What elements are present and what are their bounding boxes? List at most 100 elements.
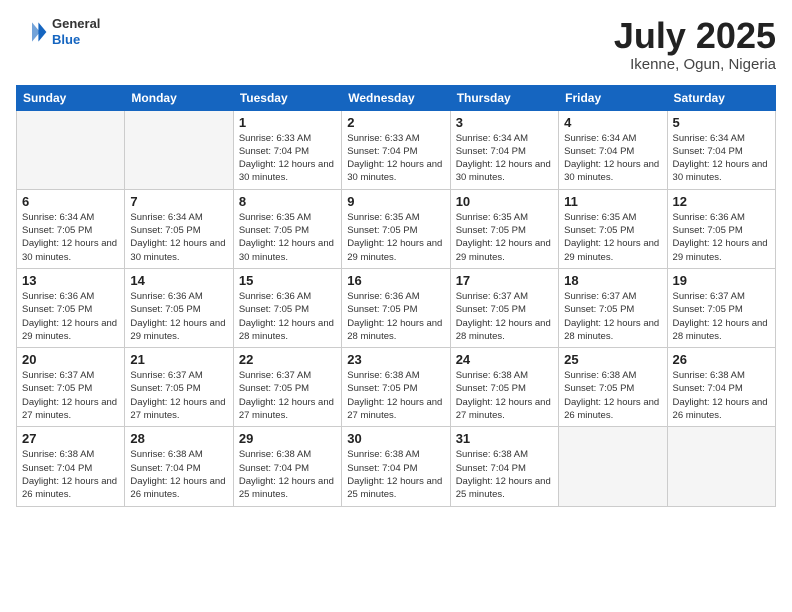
calendar-day-cell: 5 Sunrise: 6:34 AMSunset: 7:04 PMDaylight… [667, 110, 775, 189]
day-info: Sunrise: 6:38 AMSunset: 7:05 PMDaylight:… [564, 369, 661, 422]
day-number: 7 [130, 194, 227, 209]
calendar-day-cell: 16 Sunrise: 6:36 AMSunset: 7:05 PMDayligh… [342, 268, 450, 347]
calendar-week-row: 6 Sunrise: 6:34 AMSunset: 7:05 PMDaylight… [17, 189, 776, 268]
calendar-day-cell: 17 Sunrise: 6:37 AMSunset: 7:05 PMDayligh… [450, 268, 558, 347]
day-info: Sunrise: 6:35 AMSunset: 7:05 PMDaylight:… [239, 211, 336, 264]
day-info: Sunrise: 6:34 AMSunset: 7:05 PMDaylight:… [22, 211, 119, 264]
calendar-day-cell: 15 Sunrise: 6:36 AMSunset: 7:05 PMDayligh… [233, 268, 341, 347]
weekday-header-wednesday: Wednesday [342, 85, 450, 110]
day-number: 28 [130, 431, 227, 446]
day-info: Sunrise: 6:37 AMSunset: 7:05 PMDaylight:… [22, 369, 119, 422]
day-number: 6 [22, 194, 119, 209]
day-info: Sunrise: 6:36 AMSunset: 7:05 PMDaylight:… [239, 290, 336, 343]
day-number: 21 [130, 352, 227, 367]
calendar-week-row: 27 Sunrise: 6:38 AMSunset: 7:04 PMDayligh… [17, 427, 776, 506]
calendar-day-cell: 11 Sunrise: 6:35 AMSunset: 7:05 PMDayligh… [559, 189, 667, 268]
calendar-day-cell: 4 Sunrise: 6:34 AMSunset: 7:04 PMDaylight… [559, 110, 667, 189]
weekday-header-friday: Friday [559, 85, 667, 110]
calendar-day-cell: 9 Sunrise: 6:35 AMSunset: 7:05 PMDaylight… [342, 189, 450, 268]
day-info: Sunrise: 6:35 AMSunset: 7:05 PMDaylight:… [456, 211, 553, 264]
day-number: 29 [239, 431, 336, 446]
day-info: Sunrise: 6:37 AMSunset: 7:05 PMDaylight:… [456, 290, 553, 343]
day-info: Sunrise: 6:34 AMSunset: 7:04 PMDaylight:… [673, 132, 770, 185]
calendar-day-cell: 27 Sunrise: 6:38 AMSunset: 7:04 PMDayligh… [17, 427, 125, 506]
calendar-day-cell: 2 Sunrise: 6:33 AMSunset: 7:04 PMDaylight… [342, 110, 450, 189]
day-info: Sunrise: 6:37 AMSunset: 7:05 PMDaylight:… [239, 369, 336, 422]
day-info: Sunrise: 6:37 AMSunset: 7:05 PMDaylight:… [673, 290, 770, 343]
day-number: 23 [347, 352, 444, 367]
weekday-header-saturday: Saturday [667, 85, 775, 110]
calendar-week-row: 13Sunrise: 6:36 AMSunset: 7:05 PMDayligh… [17, 268, 776, 347]
weekday-header-sunday: Sunday [17, 85, 125, 110]
logo-text: General Blue [52, 16, 100, 47]
calendar-week-row: 1 Sunrise: 6:33 AMSunset: 7:04 PMDaylight… [17, 110, 776, 189]
calendar-table: SundayMondayTuesdayWednesdayThursdayFrid… [16, 85, 776, 507]
day-info: Sunrise: 6:35 AMSunset: 7:05 PMDaylight:… [347, 211, 444, 264]
calendar-day-cell: 24 Sunrise: 6:38 AMSunset: 7:05 PMDayligh… [450, 348, 558, 427]
day-number: 18 [564, 273, 661, 288]
calendar-day-cell [17, 110, 125, 189]
day-info: Sunrise: 6:36 AMSunset: 7:05 PMDaylight:… [673, 211, 770, 264]
calendar-day-cell: 31 Sunrise: 6:38 AMSunset: 7:04 PMDayligh… [450, 427, 558, 506]
logo-blue-text: Blue [52, 32, 100, 48]
day-info: Sunrise: 6:38 AMSunset: 7:04 PMDaylight:… [130, 448, 227, 501]
calendar-day-cell: 6 Sunrise: 6:34 AMSunset: 7:05 PMDaylight… [17, 189, 125, 268]
day-number: 27 [22, 431, 119, 446]
day-info: Sunrise: 6:35 AMSunset: 7:05 PMDaylight:… [564, 211, 661, 264]
calendar-day-cell: 29 Sunrise: 6:38 AMSunset: 7:04 PMDayligh… [233, 427, 341, 506]
weekday-header-monday: Monday [125, 85, 233, 110]
calendar-day-cell: 13Sunrise: 6:36 AMSunset: 7:05 PMDayligh… [17, 268, 125, 347]
day-info: Sunrise: 6:38 AMSunset: 7:04 PMDaylight:… [239, 448, 336, 501]
day-number: 15 [239, 273, 336, 288]
day-info: Sunrise: 6:36 AMSunset: 7:05 PMDaylight:… [347, 290, 444, 343]
day-info: Sunrise: 6:33 AMSunset: 7:04 PMDaylight:… [239, 132, 336, 185]
day-number: 11 [564, 194, 661, 209]
calendar-day-cell: 25 Sunrise: 6:38 AMSunset: 7:05 PMDayligh… [559, 348, 667, 427]
day-number: 26 [673, 352, 770, 367]
day-info: Sunrise: 6:34 AMSunset: 7:05 PMDaylight:… [130, 211, 227, 264]
day-number: 1 [239, 115, 336, 130]
day-number: 31 [456, 431, 553, 446]
day-info: Sunrise: 6:37 AMSunset: 7:05 PMDaylight:… [130, 369, 227, 422]
day-number: 4 [564, 115, 661, 130]
calendar-day-cell: 21 Sunrise: 6:37 AMSunset: 7:05 PMDayligh… [125, 348, 233, 427]
calendar-day-cell: 10 Sunrise: 6:35 AMSunset: 7:05 PMDayligh… [450, 189, 558, 268]
calendar-day-cell: 26Sunrise: 6:38 AMSunset: 7:04 PMDayligh… [667, 348, 775, 427]
calendar-day-cell [667, 427, 775, 506]
day-number: 24 [456, 352, 553, 367]
day-info: Sunrise: 6:34 AMSunset: 7:04 PMDaylight:… [564, 132, 661, 185]
calendar-day-cell: 28 Sunrise: 6:38 AMSunset: 7:04 PMDayligh… [125, 427, 233, 506]
day-number: 17 [456, 273, 553, 288]
day-number: 14 [130, 273, 227, 288]
day-number: 5 [673, 115, 770, 130]
calendar-day-cell [559, 427, 667, 506]
day-info: Sunrise: 6:36 AMSunset: 7:05 PMDaylight:… [22, 290, 119, 343]
logo: General Blue [16, 16, 100, 48]
day-info: Sunrise: 6:33 AMSunset: 7:04 PMDaylight:… [347, 132, 444, 185]
weekday-header-tuesday: Tuesday [233, 85, 341, 110]
calendar-day-cell: 20Sunrise: 6:37 AMSunset: 7:05 PMDayligh… [17, 348, 125, 427]
weekday-header-thursday: Thursday [450, 85, 558, 110]
day-info: Sunrise: 6:38 AMSunset: 7:04 PMDaylight:… [456, 448, 553, 501]
day-number: 10 [456, 194, 553, 209]
day-number: 2 [347, 115, 444, 130]
day-info: Sunrise: 6:38 AMSunset: 7:04 PMDaylight:… [22, 448, 119, 501]
calendar-title: July 2025 [614, 16, 776, 56]
day-number: 3 [456, 115, 553, 130]
calendar-day-cell: 12 Sunrise: 6:36 AMSunset: 7:05 PMDayligh… [667, 189, 775, 268]
day-info: Sunrise: 6:34 AMSunset: 7:04 PMDaylight:… [456, 132, 553, 185]
day-number: 19 [673, 273, 770, 288]
day-number: 9 [347, 194, 444, 209]
calendar-day-cell: 30Sunrise: 6:38 AMSunset: 7:04 PMDayligh… [342, 427, 450, 506]
page-header: General Blue July 2025 Ikenne, Ogun, Nig… [16, 16, 776, 73]
calendar-day-cell [125, 110, 233, 189]
logo-general-text: General [52, 16, 100, 32]
day-info: Sunrise: 6:38 AMSunset: 7:05 PMDaylight:… [456, 369, 553, 422]
day-number: 25 [564, 352, 661, 367]
day-number: 30 [347, 431, 444, 446]
title-block: July 2025 Ikenne, Ogun, Nigeria [614, 16, 776, 73]
day-number: 12 [673, 194, 770, 209]
day-info: Sunrise: 6:37 AMSunset: 7:05 PMDaylight:… [564, 290, 661, 343]
day-number: 16 [347, 273, 444, 288]
day-info: Sunrise: 6:36 AMSunset: 7:05 PMDaylight:… [130, 290, 227, 343]
